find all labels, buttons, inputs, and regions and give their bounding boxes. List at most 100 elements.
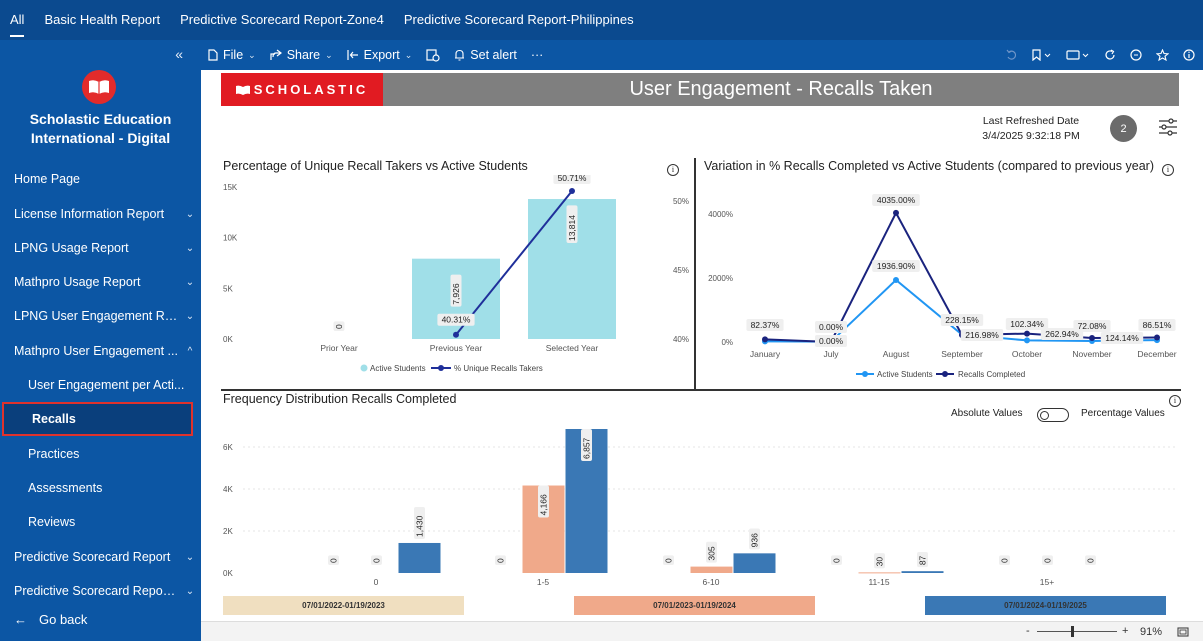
line-data-label: 1936.90% bbox=[872, 260, 920, 272]
comment-icon[interactable] bbox=[1130, 49, 1142, 61]
brand-line-2: International - Digital bbox=[30, 130, 171, 146]
data-label: 0.00% bbox=[819, 322, 844, 332]
info-icon[interactable]: i bbox=[1169, 395, 1181, 407]
export-icon bbox=[347, 50, 358, 60]
more-options-button[interactable]: ··· bbox=[524, 48, 551, 62]
nav-label: Predictive Scorecard Report bbox=[14, 550, 171, 564]
zoom-out-button[interactable]: - bbox=[1026, 625, 1030, 637]
tab-all[interactable]: All bbox=[0, 0, 34, 40]
x-tick-label: 1-5 bbox=[537, 577, 550, 587]
y2-tick-label: 50% bbox=[673, 197, 689, 206]
bar-data-label: 0 bbox=[1085, 555, 1096, 565]
bar-data-label: 0 bbox=[999, 555, 1010, 565]
nav-label: Predictive Scorecard Report-... bbox=[14, 584, 179, 598]
nav-practices[interactable]: Practices bbox=[0, 437, 201, 471]
data-label: 1,430 bbox=[415, 515, 425, 537]
tab-predictive-scorecard-zone4[interactable]: Predictive Scorecard Report-Zone4 bbox=[170, 0, 394, 40]
collapse-sidebar-icon[interactable]: « bbox=[175, 46, 183, 62]
chevron-down-icon[interactable]: ⌄ bbox=[179, 277, 201, 288]
book-logo-icon bbox=[82, 70, 116, 104]
refresh-label: Last Refreshed Date bbox=[982, 115, 1080, 127]
bookmark-icon[interactable] bbox=[1032, 49, 1052, 61]
legend-2024[interactable]: 07/01/2024-01/19/2025 bbox=[925, 596, 1166, 615]
x-tick-label: 0 bbox=[374, 577, 379, 587]
refresh-icon[interactable] bbox=[1104, 49, 1116, 61]
fit-to-page-icon[interactable] bbox=[1177, 627, 1189, 637]
data-label: 102.34% bbox=[1010, 319, 1044, 329]
brand-line-1: Scholastic Education bbox=[29, 111, 172, 127]
data-label: 4035.00% bbox=[877, 195, 916, 205]
last-refreshed: Last Refreshed Date 3/4/2025 9:32:18 PM bbox=[961, 114, 1101, 144]
view-icon[interactable] bbox=[1066, 49, 1090, 61]
nav-mathpro-user-engagement[interactable]: Mathpro User Engagement ... ^ bbox=[0, 334, 201, 368]
legend-label: Recalls Completed bbox=[958, 370, 1025, 379]
chevron-up-icon[interactable]: ^ bbox=[179, 346, 201, 357]
share-menu[interactable]: Share ⌄ bbox=[263, 48, 340, 62]
data-label: 72.08% bbox=[1078, 321, 1107, 331]
filter-count-badge[interactable]: 2 bbox=[1110, 115, 1137, 142]
set-alert-label: Set alert bbox=[470, 48, 517, 62]
scholastic-logo: SCHOLASTIC bbox=[221, 73, 383, 106]
filter-settings-icon[interactable] bbox=[1158, 118, 1178, 136]
chevron-down-icon[interactable]: ⌄ bbox=[179, 209, 201, 220]
set-alert-button[interactable]: Set alert bbox=[447, 48, 524, 62]
x-tick-label: 15+ bbox=[1040, 577, 1054, 587]
nav-predictive-scorecard-report[interactable]: Predictive Scorecard Report ⌄ bbox=[0, 540, 201, 574]
share-label: Share bbox=[286, 48, 321, 62]
nav-assessments[interactable]: Assessments bbox=[0, 471, 201, 505]
zoom-slider[interactable] bbox=[1037, 631, 1117, 632]
x-tick-label: January bbox=[750, 349, 781, 359]
chevron-down-icon[interactable]: ⌄ bbox=[179, 586, 201, 597]
x-tick-label: 11-15 bbox=[868, 577, 889, 587]
data-label: 0 bbox=[1000, 558, 1010, 563]
export-menu[interactable]: Export ⌄ bbox=[340, 48, 420, 62]
data-label: 305 bbox=[707, 546, 717, 560]
chevron-down-icon[interactable]: ⌄ bbox=[179, 552, 201, 563]
nav-label: User Engagement per Acti... bbox=[28, 378, 185, 392]
nav-license-information-report[interactable]: License Information Report ⌄ bbox=[0, 197, 201, 231]
zoom-in-button[interactable]: + bbox=[1122, 625, 1128, 637]
data-label: 6,857 bbox=[582, 437, 592, 459]
star-icon[interactable] bbox=[1156, 49, 1169, 61]
data-label: 40.31% bbox=[442, 315, 471, 325]
file-label: File bbox=[223, 48, 244, 62]
report-toolbar: File ⌄ Share ⌄ Export ⌄ Set alert ··· bbox=[201, 40, 1203, 70]
line-data-label: 124.14% bbox=[1100, 332, 1144, 344]
info-icon[interactable] bbox=[1183, 49, 1195, 61]
line-point bbox=[893, 277, 899, 284]
zoom-slider-handle[interactable] bbox=[1071, 626, 1074, 637]
subscribe-button[interactable] bbox=[419, 48, 447, 62]
bar-data-label: 4,166 bbox=[538, 485, 549, 518]
nav-lpng-usage-report[interactable]: LPNG Usage Report ⌄ bbox=[0, 231, 201, 265]
divider bbox=[221, 389, 1181, 391]
bar-data-label: 7,926 bbox=[450, 274, 462, 307]
x-tick-label: Selected Year bbox=[546, 343, 599, 353]
chevron-down-icon[interactable]: ⌄ bbox=[179, 311, 201, 322]
undo-icon[interactable] bbox=[1006, 49, 1018, 61]
tab-predictive-scorecard-philippines[interactable]: Predictive Scorecard Report-Philippines bbox=[394, 0, 644, 40]
legend-2023[interactable]: 07/01/2023-01/19/2024 bbox=[574, 596, 815, 615]
nav-predictive-scorecard-report-2[interactable]: Predictive Scorecard Report-... ⌄ bbox=[0, 574, 201, 608]
y2-tick-label: 45% bbox=[673, 266, 689, 275]
y-tick-label: 15K bbox=[223, 183, 238, 192]
bar-data-label: 0 bbox=[1042, 555, 1053, 565]
tab-basic-health-report[interactable]: Basic Health Report bbox=[34, 0, 170, 40]
nav-label: Assessments bbox=[28, 481, 103, 495]
nav-recalls[interactable]: Recalls bbox=[2, 402, 193, 436]
nav-reviews[interactable]: Reviews bbox=[0, 505, 201, 539]
go-back-button[interactable]: ← Go back bbox=[14, 612, 87, 627]
nav-home-page[interactable]: Home Page bbox=[0, 162, 201, 196]
nav-mathpro-usage-report[interactable]: Mathpro Usage Report ⌄ bbox=[0, 265, 201, 299]
nav-lpng-user-engagement[interactable]: LPNG User Engagement Rep... ⌄ bbox=[0, 299, 201, 333]
chevron-down-icon[interactable]: ⌄ bbox=[179, 243, 201, 254]
legend-2022[interactable]: 07/01/2022-01/19/2023 bbox=[223, 596, 464, 615]
chart-variation-recalls: 0% 2000% 4000% January July August September Oc… bbox=[708, 194, 1177, 379]
x-tick-label: Previous Year bbox=[430, 343, 483, 353]
data-label: 936 bbox=[750, 533, 760, 547]
bar-data-label: 0 bbox=[328, 555, 339, 565]
line-data-label: 82.37% bbox=[746, 319, 784, 331]
nav-user-engagement-per-activity[interactable]: User Engagement per Acti... bbox=[0, 368, 201, 402]
chart-unique-recall-takers: 0K 5K 10K 15K Prior Year Previous Year Selecte… bbox=[223, 175, 689, 373]
file-menu[interactable]: File ⌄ bbox=[201, 48, 263, 62]
y-tick-label: 2000% bbox=[708, 274, 733, 283]
